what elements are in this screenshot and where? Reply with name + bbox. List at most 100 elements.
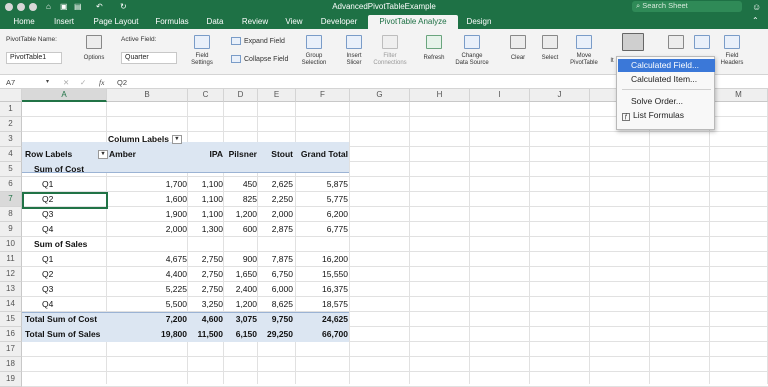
pivot-value-cell[interactable]: 4,600 [188, 312, 223, 327]
pivot-value-cell[interactable]: 7,875 [258, 252, 293, 267]
pivot-value-cell[interactable]: 1,600 [108, 192, 187, 207]
pivottable-name-input[interactable]: PivotTable1 [6, 52, 62, 64]
pivot-value-cell[interactable]: 2,250 [258, 192, 293, 207]
column-labels-filter-icon[interactable]: ▾ [171, 135, 182, 145]
tab-formulas[interactable]: Formulas [150, 15, 194, 29]
clear-button[interactable]: Clear [502, 55, 534, 62]
name-box-dropdown-icon[interactable]: ▾ [46, 78, 49, 85]
move-pivottable-button[interactable]: Move PivotTable [564, 53, 604, 67]
row-header-2[interactable]: 2 [0, 117, 22, 132]
group-selection-icon[interactable] [306, 35, 322, 49]
column-header-b[interactable]: B [107, 89, 188, 102]
pivot-value-cell[interactable]: 2,400 [224, 282, 257, 297]
spreadsheet-grid[interactable]: ABCDEFGHIJKLM 12345678910111213141516171… [0, 89, 768, 387]
pivot-value-cell[interactable]: 1,650 [224, 267, 257, 282]
column-header-j[interactable]: J [530, 89, 590, 102]
pivot-value-cell[interactable]: 19,800 [108, 327, 187, 342]
row-header-8[interactable]: 8 [0, 207, 22, 222]
pivot-value-cell[interactable]: 600 [224, 222, 257, 237]
pivot-value-cell[interactable]: 3,250 [188, 297, 223, 312]
insert-slicer-icon[interactable] [346, 35, 362, 49]
pivot-value-cell[interactable]: 1,700 [108, 177, 187, 192]
pivot-value-cell[interactable]: 15,550 [296, 267, 348, 282]
fields-items-sets-icon[interactable] [622, 33, 644, 51]
pivot-value-cell[interactable]: 2,000 [108, 222, 187, 237]
search-sheet-input[interactable]: ⌕ Search Sheet [632, 1, 742, 12]
select-all-corner[interactable] [0, 89, 22, 102]
pivot-header-amber[interactable]: Amber [109, 147, 185, 162]
pivot-value-cell[interactable]: 16,200 [296, 252, 348, 267]
pivot-header-3[interactable]: Stout [258, 147, 293, 162]
active-field-input[interactable]: Quarter [121, 52, 177, 64]
pivot-value-cell[interactable]: 1,100 [188, 192, 223, 207]
pivot-value-cell[interactable]: 6,750 [258, 267, 293, 282]
move-pivottable-icon[interactable] [576, 35, 592, 49]
change-data-source-icon[interactable] [464, 35, 480, 49]
row-header-7[interactable]: 7 [0, 192, 22, 207]
tab-home[interactable]: Home [8, 15, 40, 29]
pivot-value-cell[interactable]: 1,100 [188, 207, 223, 222]
options-button[interactable]: Options [78, 55, 110, 62]
pivot-value-cell[interactable]: 5,225 [108, 282, 187, 297]
menu-item-calculated-field[interactable]: Calculated Field... [618, 59, 715, 72]
column-header-m[interactable]: M [710, 89, 768, 102]
column-header-f[interactable]: F [296, 89, 350, 102]
pivot-row-label[interactable]: Sum of Sales [34, 237, 134, 252]
row-header-1[interactable]: 1 [0, 102, 22, 117]
group-selection-button[interactable]: Group Selection [296, 53, 332, 67]
insert-function-icon[interactable]: fx [99, 78, 104, 87]
pivot-value-cell[interactable]: 2,750 [188, 252, 223, 267]
column-header-g[interactable]: G [350, 89, 410, 102]
row-header-6[interactable]: 6 [0, 177, 22, 192]
row-header-3[interactable]: 3 [0, 132, 22, 147]
tab-pivottable-analyze[interactable]: PivotTable Analyze [368, 15, 458, 29]
column-header-c[interactable]: C [188, 89, 224, 102]
pivot-value-cell[interactable]: 5,500 [108, 297, 187, 312]
select-icon[interactable] [542, 35, 558, 49]
pivot-value-cell[interactable]: 16,375 [296, 282, 348, 297]
change-data-source-button[interactable]: Change Data Source [450, 53, 494, 67]
options-gear-icon[interactable] [86, 35, 102, 49]
row-header-16[interactable]: 16 [0, 327, 22, 342]
pivot-value-cell[interactable]: 7,200 [108, 312, 187, 327]
row-header-12[interactable]: 12 [0, 267, 22, 282]
refresh-button[interactable]: Refresh [418, 55, 450, 62]
column-header-i[interactable]: I [470, 89, 530, 102]
refresh-icon[interactable] [426, 35, 442, 49]
pivot-value-cell[interactable]: 1,200 [224, 297, 257, 312]
pivot-value-cell[interactable]: 2,750 [188, 267, 223, 282]
column-header-a[interactable]: A [22, 89, 107, 102]
field-headers-button[interactable]: Field Headers [714, 53, 750, 67]
name-box[interactable]: A7 [6, 78, 15, 87]
select-button[interactable]: Select [534, 55, 566, 62]
pivot-value-cell[interactable]: 6,200 [296, 207, 348, 222]
cancel-formula-icon[interactable]: ✕ [63, 78, 69, 87]
row-header-11[interactable]: 11 [0, 252, 22, 267]
formula-input[interactable]: Q2 [117, 78, 127, 87]
pivot-row-labels[interactable]: Row Labels ▾ [25, 147, 108, 162]
selected-cell-outline[interactable] [22, 192, 108, 209]
row-header-17[interactable]: 17 [0, 342, 22, 357]
row-header-14[interactable]: 14 [0, 297, 22, 312]
pivot-value-cell[interactable]: 5,875 [296, 177, 348, 192]
pivot-value-cell[interactable]: 1,900 [108, 207, 187, 222]
menu-item-solve-order[interactable]: Solve Order... [618, 95, 715, 108]
row-header-5[interactable]: 5 [0, 162, 22, 177]
column-header-h[interactable]: H [410, 89, 470, 102]
field-list-icon[interactable] [694, 35, 710, 49]
column-header-e[interactable]: E [258, 89, 296, 102]
tab-developer[interactable]: Developer [314, 15, 364, 29]
tab-page-layout[interactable]: Page Layout [88, 15, 144, 29]
collapse-ribbon-icon[interactable]: ⌃ [752, 16, 759, 25]
tab-view[interactable]: View [280, 15, 308, 29]
pivot-value-cell[interactable]: 825 [224, 192, 257, 207]
field-settings-icon[interactable] [194, 35, 210, 49]
pivot-row-label[interactable]: Sum of Cost [34, 162, 134, 177]
pivot-value-cell[interactable]: 450 [224, 177, 257, 192]
pivot-value-cell[interactable]: 29,250 [258, 327, 293, 342]
pivot-header-4[interactable]: Grand Total [296, 147, 348, 162]
pivot-header-1[interactable]: IPA [188, 147, 223, 162]
pivot-value-cell[interactable]: 8,625 [258, 297, 293, 312]
pivot-value-cell[interactable]: 2,000 [258, 207, 293, 222]
field-settings-button[interactable]: Field Settings [184, 53, 220, 67]
